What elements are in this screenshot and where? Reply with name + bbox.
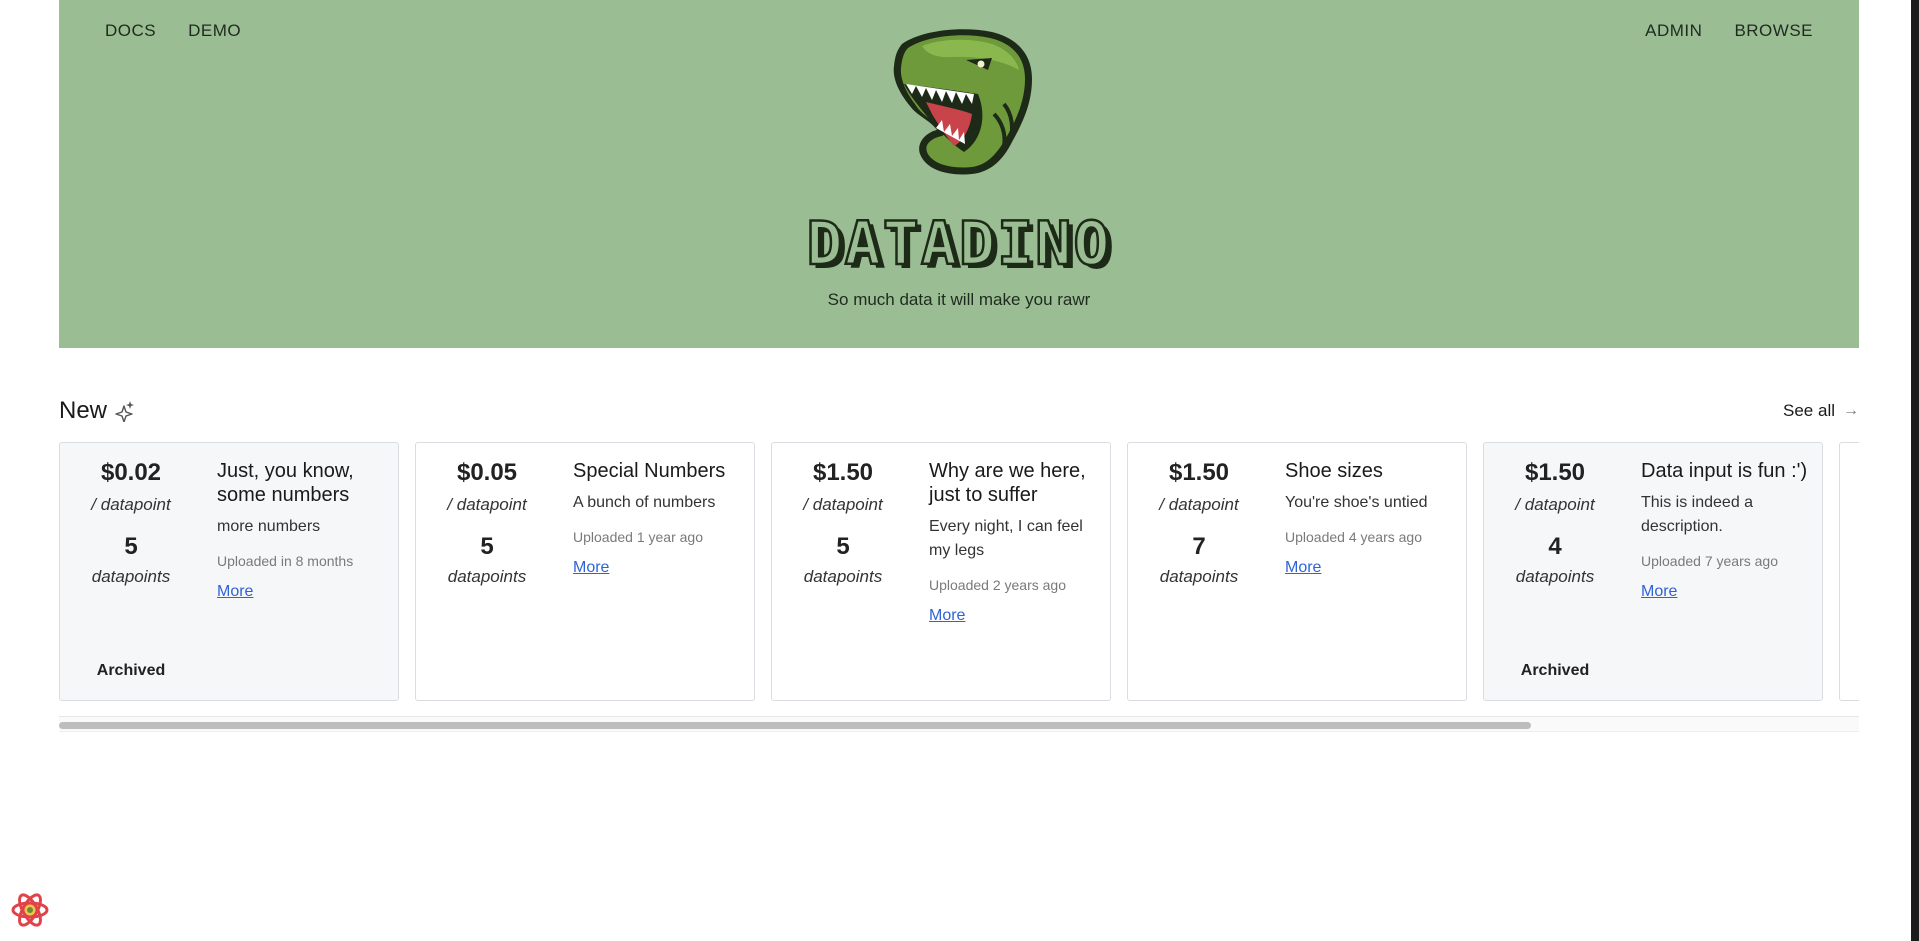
carousel-scrollbar-thumb[interactable] — [59, 722, 1531, 729]
page: DOCS DEMO ADMIN BROWSE DATADINO DATADINO… — [0, 0, 1919, 941]
t-rex-logo-icon[interactable] — [882, 24, 1042, 182]
card-info: Shoe sizes You're shoe's untied Uploaded… — [1285, 459, 1455, 577]
section-title: New — [59, 397, 135, 425]
card-title: Why are we here, just to suffer — [929, 460, 1086, 506]
card-count: 5 — [836, 533, 850, 560]
card-info: Special Numbers A bunch of numbers Uploa… — [573, 459, 743, 577]
card-description: more numbers — [217, 518, 321, 535]
card-count: 5 — [124, 533, 138, 560]
window-edge — [1911, 0, 1919, 941]
nav-admin[interactable]: ADMIN — [1645, 21, 1702, 41]
card-unit: / datapoint — [803, 495, 883, 514]
card-stats: $0.02 / datapoint 5 datapoints — [60, 459, 202, 587]
card-count-label: datapoints — [447, 567, 527, 586]
card-title: Just, you know, some numbers — [217, 460, 354, 506]
card-price: $1.50 — [812, 459, 874, 486]
hero-banner: DOCS DEMO ADMIN BROWSE DATADINO DATADINO… — [59, 0, 1859, 348]
card-unit: / datapoint — [1159, 495, 1239, 514]
nav-left: DOCS DEMO — [105, 21, 241, 41]
brand-wordmark-svg: DATADINO DATADINO — [805, 212, 1114, 278]
card-description: This is indeed a description. — [1641, 494, 1754, 535]
card-status: Archived — [96, 662, 166, 679]
card-count: 5 — [480, 533, 494, 560]
card-unit: / datapoint — [447, 495, 527, 514]
arrow-right-icon: → — [1843, 402, 1859, 419]
card-more-link[interactable]: More — [1285, 559, 1321, 577]
nav-demo[interactable]: DEMO — [188, 21, 241, 41]
card-uploaded: Uploaded in 8 months — [217, 553, 354, 569]
react-query-devtools-icon[interactable] — [10, 890, 50, 930]
card-stats: $1.50 / datapoint 4 datapoints — [1484, 459, 1626, 587]
brand-wordmark: DATADINO DATADINO — [59, 212, 1859, 278]
card-uploaded: Uploaded 7 years ago — [1641, 553, 1778, 569]
dataset-card-partial[interactable] — [1839, 442, 1859, 701]
card-stats: $1.50 / datapoint 7 datapoints — [1128, 459, 1270, 587]
card-info: Data input is fun :') This is indeed a d… — [1641, 459, 1811, 601]
card-info: Why are we here, just to suffer Every ni… — [929, 459, 1099, 625]
card-unit: / datapoint — [1515, 495, 1595, 514]
sparkles-icon — [115, 401, 135, 422]
tagline: So much data it will make you rawr — [827, 290, 1091, 309]
card-uploaded: Uploaded 4 years ago — [1285, 529, 1422, 545]
dataset-carousel[interactable]: $0.02 / datapoint 5 datapoints Just, you… — [59, 442, 1859, 702]
card-stats: $1.50 / datapoint 5 datapoints — [772, 459, 914, 587]
card-stats: $0.05 / datapoint 5 datapoints — [416, 459, 558, 587]
card-status: Archived — [1520, 662, 1590, 679]
brand-text: DATADINO — [807, 212, 1112, 278]
see-all-label: See all — [1783, 401, 1835, 420]
card-count-label: datapoints — [803, 567, 883, 586]
nav-docs[interactable]: DOCS — [105, 21, 156, 41]
card-uploaded: Uploaded 2 years ago — [929, 577, 1066, 593]
card-count-label: datapoints — [1515, 567, 1595, 586]
dataset-card[interactable]: $0.02 / datapoint 5 datapoints Just, you… — [59, 442, 399, 701]
dataset-card[interactable]: $1.50 / datapoint 4 datapoints Data inpu… — [1483, 442, 1823, 701]
card-count-label: datapoints — [1159, 567, 1239, 586]
card-title: Special Numbers — [573, 460, 726, 482]
carousel-scrollbar[interactable] — [59, 716, 1859, 732]
card-more-link[interactable]: More — [1641, 583, 1677, 601]
dataset-card[interactable]: $1.50 / datapoint 5 datapoints Why are w… — [771, 442, 1111, 701]
card-count-label: datapoints — [91, 567, 171, 586]
card-uploaded: Uploaded 1 year ago — [573, 529, 703, 545]
card-unit: / datapoint — [91, 495, 171, 514]
card-count: 4 — [1548, 533, 1562, 560]
card-description: A bunch of numbers — [573, 494, 716, 511]
card-price: $0.05 — [456, 459, 518, 486]
dataset-card[interactable]: $0.05 / datapoint 5 datapoints Special N… — [415, 442, 755, 701]
card-count: 7 — [1192, 533, 1206, 560]
card-price: $0.02 — [100, 459, 162, 486]
section-title-text: New — [59, 397, 108, 424]
nav-right: ADMIN BROWSE — [1645, 21, 1813, 41]
card-title: Data input is fun :') — [1641, 460, 1808, 482]
card-title: Shoe sizes — [1285, 460, 1383, 482]
card-more-link[interactable]: More — [573, 559, 609, 577]
nav-browse[interactable]: BROWSE — [1734, 21, 1813, 41]
dataset-card[interactable]: $1.50 / datapoint 7 datapoints Shoe size… — [1127, 442, 1467, 701]
card-description: You're shoe's untied — [1285, 494, 1428, 511]
card-info: Just, you know, some numbers more number… — [217, 459, 387, 601]
see-all-link[interactable]: See all → — [1783, 401, 1859, 421]
card-description: Every night, I can feel my legs — [929, 518, 1083, 559]
card-price: $1.50 — [1168, 459, 1230, 486]
card-more-link[interactable]: More — [929, 607, 965, 625]
card-price: $1.50 — [1524, 459, 1586, 486]
card-more-link[interactable]: More — [217, 583, 253, 601]
